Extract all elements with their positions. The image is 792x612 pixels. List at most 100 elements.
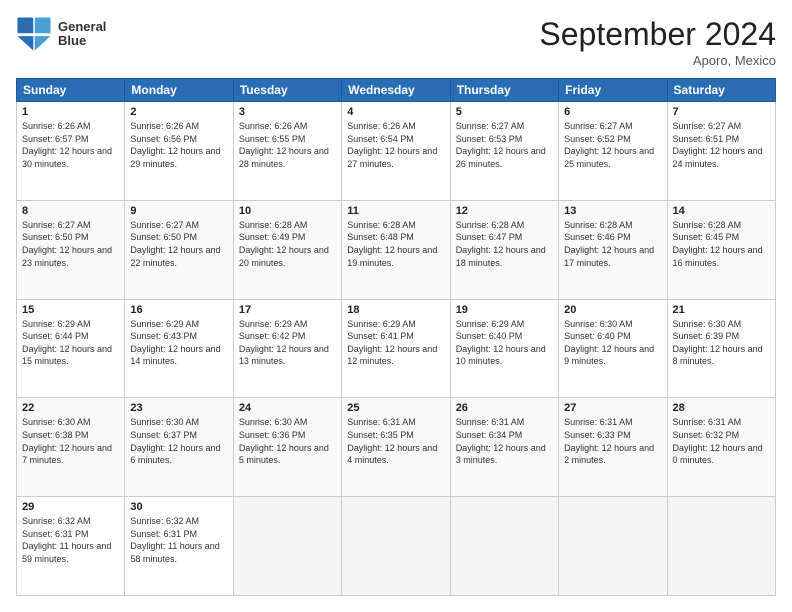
day-number: 20 bbox=[564, 304, 661, 316]
calendar-cell: 8 Sunrise: 6:27 AMSunset: 6:50 PMDaylight… bbox=[17, 200, 125, 299]
day-number: 8 bbox=[22, 205, 119, 217]
calendar-table: SundayMondayTuesdayWednesdayThursdayFrid… bbox=[16, 78, 776, 596]
week-row-1: 8 Sunrise: 6:27 AMSunset: 6:50 PMDaylight… bbox=[17, 200, 776, 299]
day-number: 23 bbox=[130, 402, 227, 414]
day-detail: Sunrise: 6:29 AMSunset: 6:42 PMDaylight:… bbox=[239, 318, 336, 368]
calendar-cell: 29 Sunrise: 6:32 AMSunset: 6:31 PMDayligh… bbox=[17, 497, 125, 596]
page: General Blue September 2024 Aporo, Mexic… bbox=[0, 0, 792, 612]
day-number: 4 bbox=[347, 106, 444, 118]
day-number: 9 bbox=[130, 205, 227, 217]
calendar-body: 1 Sunrise: 6:26 AMSunset: 6:57 PMDaylight… bbox=[17, 102, 776, 596]
day-detail: Sunrise: 6:28 AMSunset: 6:48 PMDaylight:… bbox=[347, 219, 444, 269]
header-saturday: Saturday bbox=[667, 79, 775, 102]
week-row-4: 29 Sunrise: 6:32 AMSunset: 6:31 PMDayligh… bbox=[17, 497, 776, 596]
calendar-cell: 26 Sunrise: 6:31 AMSunset: 6:34 PMDayligh… bbox=[450, 398, 558, 497]
calendar-cell: 28 Sunrise: 6:31 AMSunset: 6:32 PMDayligh… bbox=[667, 398, 775, 497]
day-number: 16 bbox=[130, 304, 227, 316]
day-number: 15 bbox=[22, 304, 119, 316]
day-detail: Sunrise: 6:32 AMSunset: 6:31 PMDaylight:… bbox=[22, 515, 119, 565]
day-detail: Sunrise: 6:31 AMSunset: 6:32 PMDaylight:… bbox=[673, 416, 770, 466]
calendar-cell: 25Sunrise: 6:31 AMSunset: 6:35 PMDayligh… bbox=[342, 398, 450, 497]
day-number: 13 bbox=[564, 205, 661, 217]
day-number: 22 bbox=[22, 402, 119, 414]
day-number: 2 bbox=[130, 106, 227, 118]
day-detail: Sunrise: 6:29 AMSunset: 6:40 PMDaylight:… bbox=[456, 318, 553, 368]
calendar-cell bbox=[342, 497, 450, 596]
day-number: 10 bbox=[239, 205, 336, 217]
week-row-0: 1 Sunrise: 6:26 AMSunset: 6:57 PMDaylight… bbox=[17, 102, 776, 201]
day-number: 29 bbox=[22, 501, 119, 513]
day-detail: Sunrise: 6:27 AMSunset: 6:50 PMDaylight:… bbox=[130, 219, 227, 269]
calendar-cell: 16 Sunrise: 6:29 AMSunset: 6:43 PMDayligh… bbox=[125, 299, 233, 398]
day-number: 3 bbox=[239, 106, 336, 118]
day-number: 17 bbox=[239, 304, 336, 316]
header-wednesday: Wednesday bbox=[342, 79, 450, 102]
day-number: 11 bbox=[347, 205, 444, 217]
day-detail: Sunrise: 6:30 AMSunset: 6:38 PMDaylight:… bbox=[22, 416, 119, 466]
calendar-cell: 18Sunrise: 6:29 AMSunset: 6:41 PMDayligh… bbox=[342, 299, 450, 398]
day-detail: Sunrise: 6:27 AMSunset: 6:50 PMDaylight:… bbox=[22, 219, 119, 269]
calendar-cell bbox=[559, 497, 667, 596]
calendar-cell: 7 Sunrise: 6:27 AMSunset: 6:51 PMDaylight… bbox=[667, 102, 775, 201]
day-number: 12 bbox=[456, 205, 553, 217]
day-number: 1 bbox=[22, 106, 119, 118]
calendar-cell: 4 Sunrise: 6:26 AMSunset: 6:54 PMDaylight… bbox=[342, 102, 450, 201]
day-number: 6 bbox=[564, 106, 661, 118]
calendar-cell: 10 Sunrise: 6:28 AMSunset: 6:49 PMDayligh… bbox=[233, 200, 341, 299]
calendar-cell: 11 Sunrise: 6:28 AMSunset: 6:48 PMDayligh… bbox=[342, 200, 450, 299]
day-detail: Sunrise: 6:27 AMSunset: 6:53 PMDaylight:… bbox=[456, 120, 553, 170]
day-number: 7 bbox=[673, 106, 770, 118]
day-number: 18 bbox=[347, 304, 444, 316]
day-detail: Sunrise: 6:28 AMSunset: 6:45 PMDaylight:… bbox=[673, 219, 770, 269]
day-detail: Sunrise: 6:29 AMSunset: 6:44 PMDaylight:… bbox=[22, 318, 119, 368]
logo-line2: Blue bbox=[58, 34, 106, 48]
day-detail: Sunrise: 6:29 AMSunset: 6:43 PMDaylight:… bbox=[130, 318, 227, 368]
day-detail: Sunrise: 6:28 AMSunset: 6:47 PMDaylight:… bbox=[456, 219, 553, 269]
week-row-3: 22 Sunrise: 6:30 AMSunset: 6:38 PMDayligh… bbox=[17, 398, 776, 497]
calendar-cell: 24Sunrise: 6:30 AMSunset: 6:36 PMDayligh… bbox=[233, 398, 341, 497]
calendar-cell: 30 Sunrise: 6:32 AMSunset: 6:31 PMDayligh… bbox=[125, 497, 233, 596]
day-number: 28 bbox=[673, 402, 770, 414]
logo-text: General Blue bbox=[58, 20, 106, 49]
header-sunday: Sunday bbox=[17, 79, 125, 102]
day-detail: Sunrise: 6:30 AMSunset: 6:37 PMDaylight:… bbox=[130, 416, 227, 466]
day-number: 5 bbox=[456, 106, 553, 118]
day-detail: Sunrise: 6:32 AMSunset: 6:31 PMDaylight:… bbox=[130, 515, 227, 565]
calendar-cell: 20Sunrise: 6:30 AMSunset: 6:40 PMDayligh… bbox=[559, 299, 667, 398]
day-detail: Sunrise: 6:26 AMSunset: 6:55 PMDaylight:… bbox=[239, 120, 336, 170]
day-number: 19 bbox=[456, 304, 553, 316]
calendar-cell: 1 Sunrise: 6:26 AMSunset: 6:57 PMDaylight… bbox=[17, 102, 125, 201]
header-friday: Friday bbox=[559, 79, 667, 102]
calendar-cell: 9 Sunrise: 6:27 AMSunset: 6:50 PMDaylight… bbox=[125, 200, 233, 299]
calendar-cell: 21Sunrise: 6:30 AMSunset: 6:39 PMDayligh… bbox=[667, 299, 775, 398]
day-detail: Sunrise: 6:31 AMSunset: 6:35 PMDaylight:… bbox=[347, 416, 444, 466]
day-number: 27 bbox=[564, 402, 661, 414]
day-number: 21 bbox=[673, 304, 770, 316]
day-number: 30 bbox=[130, 501, 227, 513]
day-number: 26 bbox=[456, 402, 553, 414]
calendar-cell: 3 Sunrise: 6:26 AMSunset: 6:55 PMDaylight… bbox=[233, 102, 341, 201]
calendar-cell: 27Sunrise: 6:31 AMSunset: 6:33 PMDayligh… bbox=[559, 398, 667, 497]
day-detail: Sunrise: 6:31 AMSunset: 6:34 PMDaylight:… bbox=[456, 416, 553, 466]
day-detail: Sunrise: 6:28 AMSunset: 6:49 PMDaylight:… bbox=[239, 219, 336, 269]
title-section: September 2024 Aporo, Mexico bbox=[539, 16, 776, 68]
calendar-cell: 12 Sunrise: 6:28 AMSunset: 6:47 PMDayligh… bbox=[450, 200, 558, 299]
header-tuesday: Tuesday bbox=[233, 79, 341, 102]
location: Aporo, Mexico bbox=[539, 53, 776, 68]
calendar-cell: 22 Sunrise: 6:30 AMSunset: 6:38 PMDayligh… bbox=[17, 398, 125, 497]
day-detail: Sunrise: 6:27 AMSunset: 6:51 PMDaylight:… bbox=[673, 120, 770, 170]
logo-icon bbox=[16, 16, 52, 52]
day-detail: Sunrise: 6:26 AMSunset: 6:54 PMDaylight:… bbox=[347, 120, 444, 170]
day-detail: Sunrise: 6:26 AMSunset: 6:56 PMDaylight:… bbox=[130, 120, 227, 170]
logo-line1: General bbox=[58, 20, 106, 34]
calendar-cell bbox=[667, 497, 775, 596]
day-detail: Sunrise: 6:27 AMSunset: 6:52 PMDaylight:… bbox=[564, 120, 661, 170]
day-detail: Sunrise: 6:26 AMSunset: 6:57 PMDaylight:… bbox=[22, 120, 119, 170]
calendar-cell: 23 Sunrise: 6:30 AMSunset: 6:37 PMDayligh… bbox=[125, 398, 233, 497]
calendar-cell: 5 Sunrise: 6:27 AMSunset: 6:53 PMDaylight… bbox=[450, 102, 558, 201]
day-detail: Sunrise: 6:30 AMSunset: 6:36 PMDaylight:… bbox=[239, 416, 336, 466]
header: General Blue September 2024 Aporo, Mexic… bbox=[16, 16, 776, 68]
day-detail: Sunrise: 6:28 AMSunset: 6:46 PMDaylight:… bbox=[564, 219, 661, 269]
calendar-cell: 2 Sunrise: 6:26 AMSunset: 6:56 PMDaylight… bbox=[125, 102, 233, 201]
calendar-cell: 14Sunrise: 6:28 AMSunset: 6:45 PMDayligh… bbox=[667, 200, 775, 299]
